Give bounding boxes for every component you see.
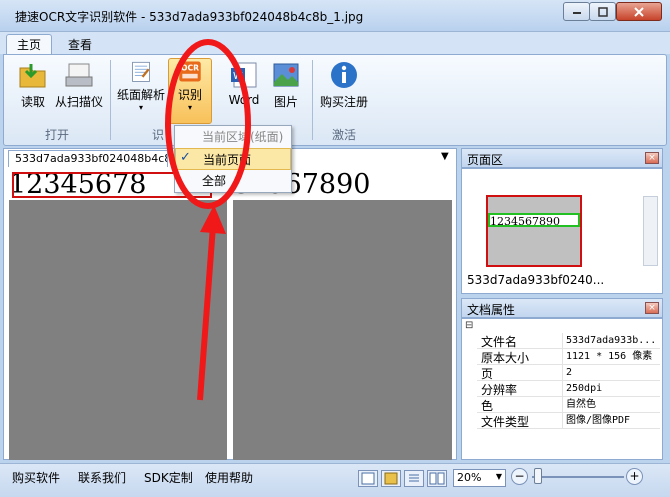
annotation-circle	[165, 39, 251, 209]
annotation-arrow-shaft	[197, 225, 216, 401]
annotation-arrow-head	[200, 205, 226, 234]
annotation-overlay	[165, 39, 251, 401]
